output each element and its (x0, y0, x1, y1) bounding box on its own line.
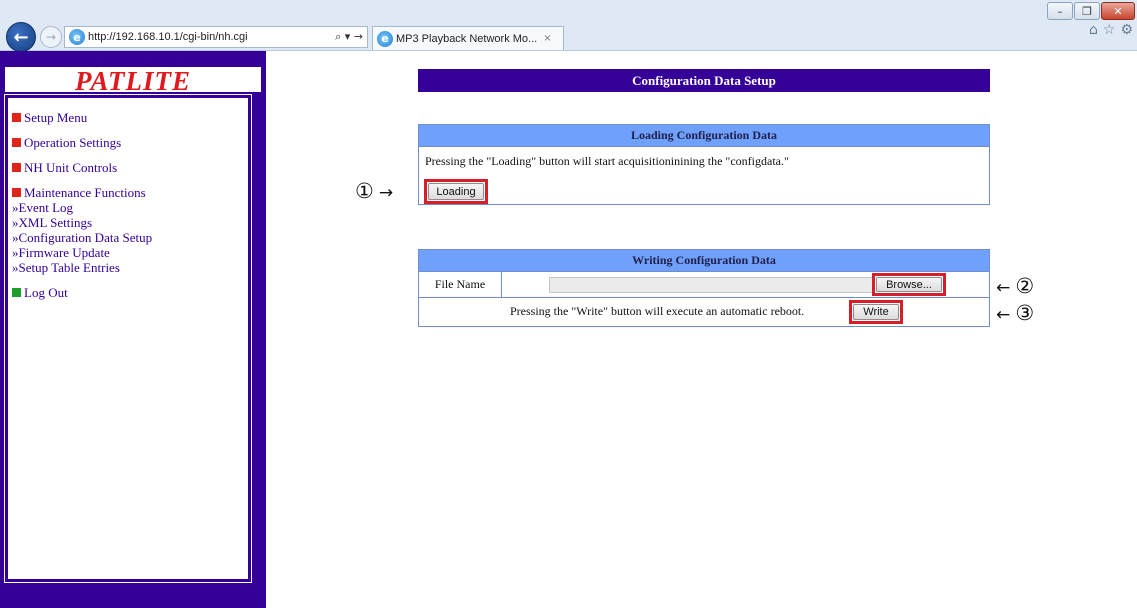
back-arrow-icon: ← (13, 26, 29, 48)
circled-number-3: ③ (1015, 301, 1035, 325)
sidebar-item-label[interactable]: Operation Settings (24, 135, 121, 150)
sidebar-subitem-event-log[interactable]: »Event Log (12, 200, 248, 215)
forward-button[interactable]: → (40, 26, 62, 48)
loading-panel-header: Loading Configuration Data (419, 125, 989, 147)
red-bullet-icon (12, 113, 21, 122)
marker-1: ① → (355, 180, 393, 204)
brand-text: PATLITE (74, 66, 191, 96)
search-refresh-controls[interactable]: ⌕ ▾ → (335, 30, 363, 44)
url-text[interactable]: http://192.168.10.1/cgi-bin/nh.cgi (88, 31, 248, 43)
restore-button[interactable]: ❐ (1074, 2, 1100, 20)
green-bullet-icon (12, 288, 21, 297)
sidebar-item-maintenance-functions: Maintenance Functions (12, 185, 248, 200)
sidebar-subitem-firmware-update[interactable]: »Firmware Update (12, 245, 248, 260)
sidebar-item-operation-settings[interactable]: Operation Settings (12, 135, 248, 150)
browse-highlight-box: Browse... (872, 273, 946, 296)
writing-panel: Writing Configuration Data File Name Bro… (418, 249, 990, 327)
sidebar-subitem-xml-settings[interactable]: »XML Settings (12, 215, 248, 230)
loading-panel: Loading Configuration Data Pressing the … (418, 124, 990, 205)
file-name-label: File Name (419, 272, 502, 297)
writing-panel-header: Writing Configuration Data (419, 250, 989, 272)
sidebar-item-label: Maintenance Functions (24, 185, 146, 200)
home-icon[interactable]: ⌂ (1089, 22, 1098, 38)
sidebar-item-setup-menu[interactable]: Setup Menu (12, 110, 248, 125)
loading-button[interactable]: Loading (428, 183, 484, 200)
sidebar-item-label[interactable]: Setup Menu (24, 110, 87, 125)
red-bullet-icon (12, 188, 21, 197)
sidebar-item-label[interactable]: Log Out (24, 285, 68, 300)
loading-highlight-box: Loading (424, 179, 488, 204)
arrow-left-icon: ← (996, 278, 1011, 298)
sidebar-menu: Setup Menu Operation Settings NH Unit Co… (12, 110, 248, 300)
write-description: Pressing the "Write" button will execute… (510, 304, 805, 318)
file-path-input[interactable] (549, 277, 875, 293)
marker-2: ← ② (996, 275, 1034, 299)
sidebar-subitem-configuration-data-setup[interactable]: »Configuration Data Setup (12, 230, 248, 245)
window-controls: – ❐ ✕ (1047, 2, 1135, 20)
write-row: Pressing the "Write" button will execute… (419, 298, 989, 326)
loading-description: Pressing the "Loading" button will start… (425, 154, 789, 168)
close-window-button[interactable]: ✕ (1101, 2, 1135, 20)
address-bar[interactable]: e http://192.168.10.1/cgi-bin/nh.cgi ⌕ ▾… (64, 26, 368, 48)
menu-panel: Setup Menu Operation Settings NH Unit Co… (4, 94, 252, 583)
marker-3: ← ③ (996, 302, 1034, 326)
circled-number-2: ② (1015, 274, 1035, 298)
write-button[interactable]: Write (853, 304, 899, 320)
circled-number-1: ① (355, 179, 374, 203)
sidebar-item-label[interactable]: NH Unit Controls (24, 160, 117, 175)
red-bullet-icon (12, 163, 21, 172)
sidebar: PATLITE Setup Menu Operation Settings NH… (0, 51, 266, 608)
sidebar-subitem-setup-table-entries[interactable]: »Setup Table Entries (12, 260, 248, 275)
toolbar-icons: ⌂ ☆ ⚙ (1089, 22, 1133, 38)
forward-arrow-icon: → (45, 30, 57, 44)
favorites-star-icon[interactable]: ☆ (1103, 22, 1116, 38)
brand-logo: PATLITE (5, 67, 261, 95)
sidebar-item-nh-unit-controls[interactable]: NH Unit Controls (12, 160, 248, 175)
file-name-row: File Name Browse... (419, 272, 989, 298)
ie-page-icon: e (69, 29, 85, 45)
settings-gear-icon[interactable]: ⚙ (1120, 22, 1133, 38)
arrow-right-icon: → (378, 183, 394, 203)
red-bullet-icon (12, 138, 21, 147)
browser-tab[interactable]: e MP3 Playback Network Mo... × (372, 26, 564, 50)
arrow-left-icon: ← (996, 305, 1011, 325)
tab-ie-icon: e (377, 30, 393, 47)
browser-chrome: – ❐ ✕ ← → e http://192.168.10.1/cgi-bin/… (0, 0, 1137, 52)
write-highlight-box: Write (849, 300, 903, 324)
tab-title: MP3 Playback Network Mo... (396, 32, 538, 45)
tab-close-icon[interactable]: × (543, 33, 551, 44)
back-button[interactable]: ← (6, 22, 36, 52)
browse-button[interactable]: Browse... (876, 277, 942, 292)
page-title: Configuration Data Setup (418, 69, 990, 92)
sidebar-item-log-out[interactable]: Log Out (12, 285, 248, 300)
minimize-button[interactable]: – (1047, 2, 1073, 20)
